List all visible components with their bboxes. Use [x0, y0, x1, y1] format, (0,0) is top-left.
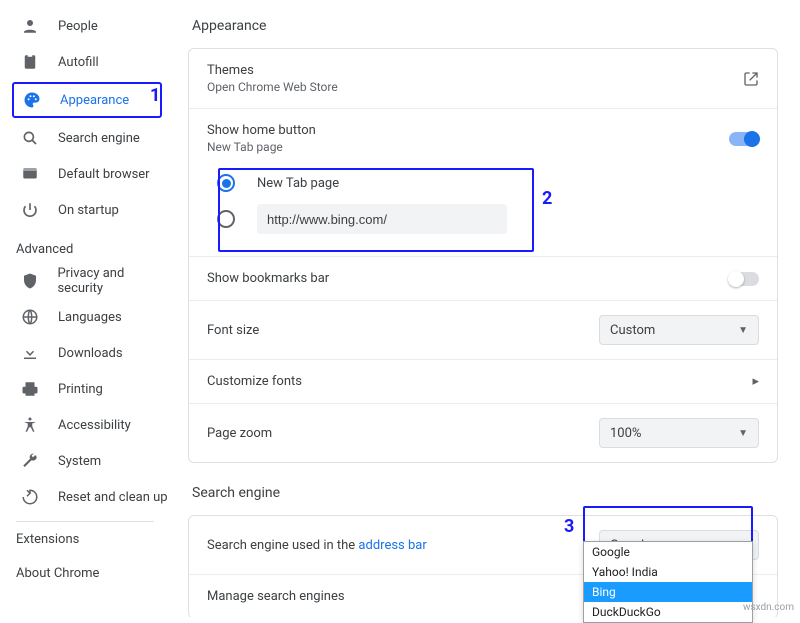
shield-icon [20, 271, 39, 291]
themes-row[interactable]: Themes Open Chrome Web Store [189, 49, 777, 108]
settings-sidebar: People Autofill Appearance Search engine… [0, 0, 170, 617]
chevron-down-icon: ▼ [738, 428, 748, 439]
page-zoom-label: Page zoom [207, 426, 599, 441]
show-home-button-title: Show home button [207, 123, 729, 138]
dropdown-option-bing[interactable]: Bing [584, 582, 752, 602]
sidebar-item-label: Default browser [58, 167, 150, 182]
sidebar-item-printing[interactable]: Printing [0, 371, 170, 407]
settings-main: Appearance Themes Open Chrome Web Store … [170, 0, 800, 617]
sidebar-item-label: Autofill [58, 55, 99, 70]
restore-icon [20, 487, 40, 507]
sidebar-item-appearance[interactable]: Appearance [12, 82, 162, 118]
appearance-section-title: Appearance [192, 18, 778, 34]
sidebar-item-system[interactable]: System [0, 443, 170, 479]
sidebar-item-label: System [58, 454, 101, 469]
chevron-down-icon: ▼ [738, 325, 748, 336]
chevron-right-icon: ▸ [742, 374, 759, 389]
clipboard-icon [20, 52, 40, 72]
open-external-icon [743, 71, 759, 87]
sidebar-item-autofill[interactable]: Autofill [0, 44, 170, 80]
sidebar-item-label: Languages [58, 310, 122, 325]
home-button-options: New Tab page [189, 158, 777, 256]
search-engine-dropdown[interactable]: Google Yahoo! India Bing DuckDuckGo [583, 541, 753, 623]
dropdown-option-yahoo[interactable]: Yahoo! India [584, 562, 752, 582]
power-icon [20, 200, 40, 220]
sidebar-item-label: On startup [58, 203, 119, 218]
dropdown-option-google[interactable]: Google [584, 542, 752, 562]
radio-icon[interactable] [217, 174, 235, 192]
download-icon [20, 343, 40, 363]
accessibility-icon [20, 415, 40, 435]
page-zoom-select[interactable]: 100% ▼ [599, 418, 759, 448]
wrench-icon [20, 451, 40, 471]
font-size-value: Custom [610, 323, 655, 338]
page-zoom-row: Page zoom 100% ▼ [189, 403, 777, 462]
watermark: wsxdn.com [743, 602, 794, 613]
customize-fonts-row[interactable]: Customize fonts ▸ [189, 359, 777, 403]
show-bookmarks-row: Show bookmarks bar [189, 256, 777, 300]
sidebar-item-on-startup[interactable]: On startup [0, 192, 170, 228]
font-size-select[interactable]: Custom ▼ [599, 315, 759, 345]
search-engine-label: Search engine used in the address bar [207, 538, 599, 553]
person-icon [20, 16, 40, 36]
font-size-label: Font size [207, 323, 599, 338]
sidebar-item-search-engine[interactable]: Search engine [0, 120, 170, 156]
sidebar-advanced-label[interactable]: Advanced [0, 228, 170, 263]
radio-icon[interactable] [217, 210, 235, 228]
sidebar-item-label: Downloads [58, 346, 123, 361]
sidebar-item-label: Printing [58, 382, 103, 397]
sidebar-item-default-browser[interactable]: Default browser [0, 156, 170, 192]
sidebar-item-label: People [58, 19, 98, 34]
page-zoom-value: 100% [610, 426, 641, 441]
show-home-button-toggle[interactable] [729, 132, 759, 146]
sidebar-item-reset[interactable]: Reset and clean up [0, 479, 170, 515]
sidebar-about-chrome[interactable]: About Chrome [0, 556, 170, 590]
sidebar-item-accessibility[interactable]: Accessibility [0, 407, 170, 443]
font-size-row: Font size Custom ▼ [189, 300, 777, 359]
show-bookmarks-label: Show bookmarks bar [207, 271, 729, 286]
palette-icon [22, 90, 42, 110]
home-option-custom-url[interactable] [217, 198, 759, 240]
sidebar-item-languages[interactable]: Languages [0, 299, 170, 335]
show-home-button-sub: New Tab page [207, 140, 729, 154]
dropdown-option-duckduckgo[interactable]: DuckDuckGo [584, 602, 752, 622]
home-url-input[interactable] [257, 204, 507, 234]
show-home-button-row: Show home button New Tab page [189, 108, 777, 158]
themes-title: Themes [207, 63, 743, 78]
show-bookmarks-toggle[interactable] [729, 272, 759, 286]
search-icon [20, 128, 40, 148]
sidebar-item-downloads[interactable]: Downloads [0, 335, 170, 371]
sidebar-item-label: Appearance [60, 93, 129, 108]
globe-icon [20, 307, 40, 327]
browser-icon [20, 164, 40, 184]
home-option-newtab[interactable]: New Tab page [217, 168, 759, 198]
sidebar-item-people[interactable]: People [0, 8, 170, 44]
customize-fonts-label: Customize fonts [207, 374, 742, 389]
address-bar-link[interactable]: address bar [358, 538, 426, 553]
sidebar-item-label: Reset and clean up [58, 490, 168, 505]
sidebar-item-privacy[interactable]: Privacy and security [0, 263, 170, 299]
sidebar-extensions[interactable]: Extensions [0, 522, 170, 556]
sidebar-item-label: Privacy and security [57, 266, 170, 296]
themes-sub: Open Chrome Web Store [207, 80, 743, 94]
search-engine-section-title: Search engine [192, 485, 778, 501]
appearance-card: Themes Open Chrome Web Store Show home b… [188, 48, 778, 463]
sidebar-item-label: Search engine [58, 131, 140, 146]
home-option-newtab-label: New Tab page [257, 176, 339, 191]
sidebar-item-label: Accessibility [58, 418, 131, 433]
printer-icon [20, 379, 40, 399]
